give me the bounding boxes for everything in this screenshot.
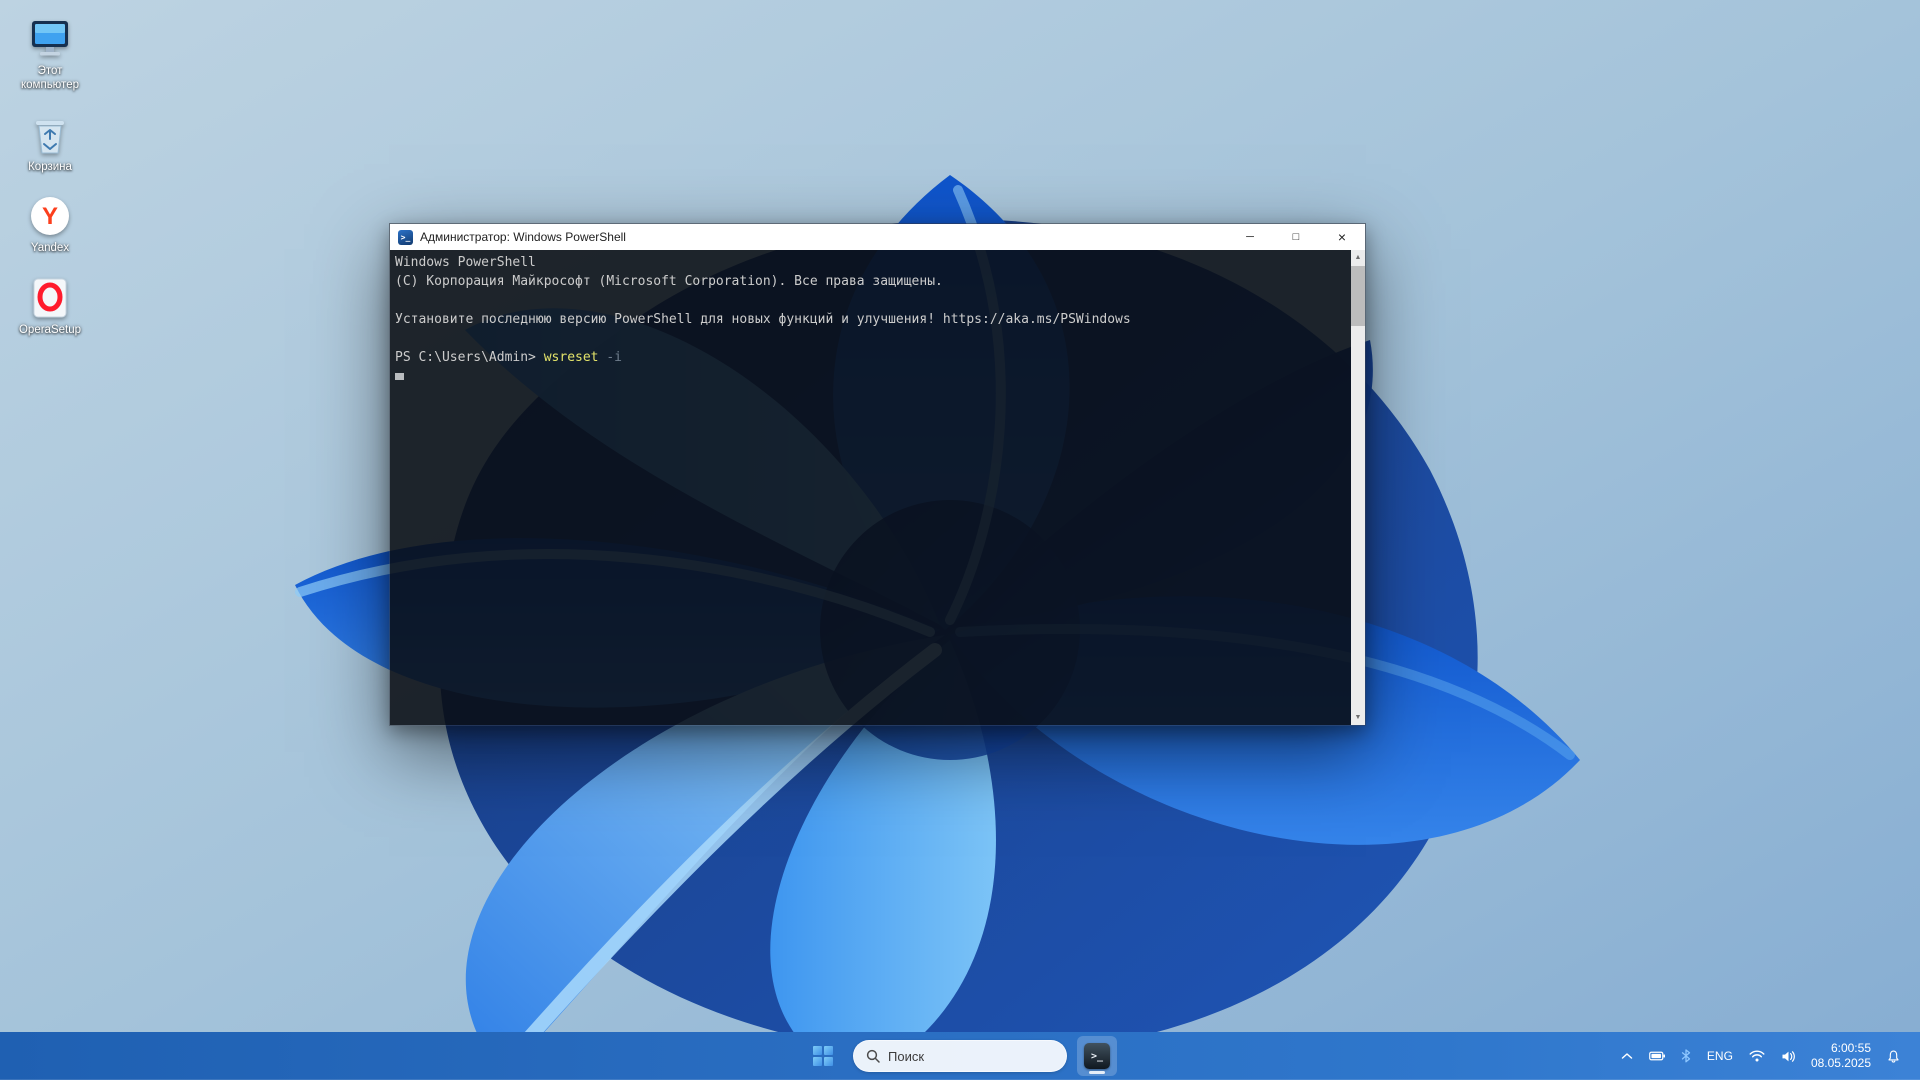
- this-pc-icon: [28, 17, 72, 61]
- maximize-button[interactable]: □: [1273, 224, 1319, 250]
- notification-bell-icon: [1886, 1049, 1901, 1064]
- yandex-browser-icon: Y: [28, 194, 72, 238]
- wifi-icon: [1749, 1050, 1765, 1062]
- desktop: Этот компьютер Корзина Y Yandex: [0, 0, 1920, 1080]
- powershell-window: >_ Администратор: Windows PowerShell ─ □…: [389, 223, 1366, 726]
- tray-volume-button[interactable]: [1776, 1036, 1801, 1076]
- desktop-icon-recycle-bin[interactable]: Корзина: [8, 110, 92, 177]
- volume-icon: [1781, 1050, 1796, 1063]
- desktop-icon-list: Этот компьютер Корзина Y Yandex: [8, 14, 92, 340]
- powershell-app-icon: >_: [398, 230, 413, 245]
- terminal-prompt-line: PS C:\Users\Admin> wsreset -i: [395, 348, 1347, 367]
- terminal-output-line: [395, 291, 1347, 310]
- active-app-indicator: [1089, 1071, 1105, 1074]
- close-icon: ×: [1338, 230, 1346, 244]
- tray-wifi-button[interactable]: [1744, 1036, 1770, 1076]
- minimize-button[interactable]: ─: [1227, 224, 1273, 250]
- terminal-command: wsreset: [544, 350, 599, 365]
- terminal-cursor-line: [395, 367, 1347, 386]
- clock-date: 08.05.2025: [1811, 1056, 1871, 1071]
- tray-language-button[interactable]: ENG: [1702, 1036, 1738, 1076]
- svg-text:Y: Y: [42, 203, 58, 230]
- window-controls: ─ □ ×: [1227, 224, 1365, 250]
- bluetooth-icon: [1681, 1049, 1691, 1063]
- minimize-icon: ─: [1246, 232, 1254, 243]
- chevron-up-icon: [1621, 1052, 1633, 1060]
- maximize-icon: □: [1293, 232, 1300, 243]
- terminal-viewport[interactable]: Windows PowerShell (C) Корпорация Майкро…: [390, 250, 1351, 725]
- taskbar: >_ E: [0, 1032, 1920, 1080]
- terminal-prompt: PS C:\Users\Admin>: [395, 350, 544, 365]
- windows-logo-icon: [813, 1046, 833, 1066]
- terminal-scrollbar[interactable]: ▲ ▼: [1351, 250, 1365, 725]
- recycle-bin-icon: [28, 113, 72, 157]
- scroll-down-icon[interactable]: ▼: [1351, 710, 1365, 725]
- terminal-cursor: [395, 373, 404, 380]
- terminal-output-line: [395, 329, 1347, 348]
- search-input[interactable]: [888, 1049, 1038, 1064]
- desktop-icon-yandex[interactable]: Y Yandex: [8, 191, 92, 258]
- clock-time: 6:00:55: [1811, 1041, 1871, 1056]
- opera-setup-icon: [28, 276, 72, 320]
- desktop-icon-label: Этот компьютер: [10, 64, 90, 93]
- window-titlebar[interactable]: >_ Администратор: Windows PowerShell ─ □…: [390, 224, 1365, 250]
- scrollbar-thumb[interactable]: [1351, 266, 1365, 326]
- terminal: Windows PowerShell (C) Корпорация Майкро…: [390, 250, 1365, 725]
- desktop-icon-label: OperaSetup: [19, 323, 81, 337]
- taskbar-clock[interactable]: 6:00:55 08.05.2025: [1807, 1041, 1875, 1071]
- terminal-output-line: Установите последнюю версию PowerShell д…: [395, 310, 1347, 329]
- desktop-icon-this-pc[interactable]: Этот компьютер: [8, 14, 92, 96]
- start-button[interactable]: [803, 1036, 843, 1076]
- powershell-taskbar-icon: >_: [1084, 1043, 1110, 1069]
- battery-icon: [1649, 1051, 1665, 1061]
- taskbar-powershell-button[interactable]: >_: [1077, 1036, 1117, 1076]
- search-icon: [866, 1049, 880, 1063]
- tray-battery-button[interactable]: [1644, 1036, 1670, 1076]
- taskbar-center: >_: [803, 1032, 1117, 1080]
- scroll-up-icon[interactable]: ▲: [1351, 250, 1365, 265]
- tray-overflow-button[interactable]: [1616, 1036, 1638, 1076]
- system-tray: ENG 6:00:55 08.05.2025: [1616, 1032, 1920, 1080]
- terminal-output-line: (C) Корпорация Майкрософт (Microsoft Cor…: [395, 272, 1347, 291]
- window-title: Администратор: Windows PowerShell: [420, 230, 626, 244]
- terminal-output-line: Windows PowerShell: [395, 253, 1347, 272]
- tray-bluetooth-button[interactable]: [1676, 1036, 1696, 1076]
- language-indicator: ENG: [1707, 1049, 1733, 1063]
- desktop-icon-label: Yandex: [31, 241, 69, 255]
- notification-center-button[interactable]: [1881, 1036, 1906, 1076]
- taskbar-search[interactable]: [853, 1040, 1067, 1072]
- desktop-icon-opera-setup[interactable]: OperaSetup: [8, 273, 92, 340]
- desktop-icon-label: Корзина: [28, 160, 72, 174]
- terminal-argument: -i: [606, 350, 622, 365]
- close-button[interactable]: ×: [1319, 224, 1365, 250]
